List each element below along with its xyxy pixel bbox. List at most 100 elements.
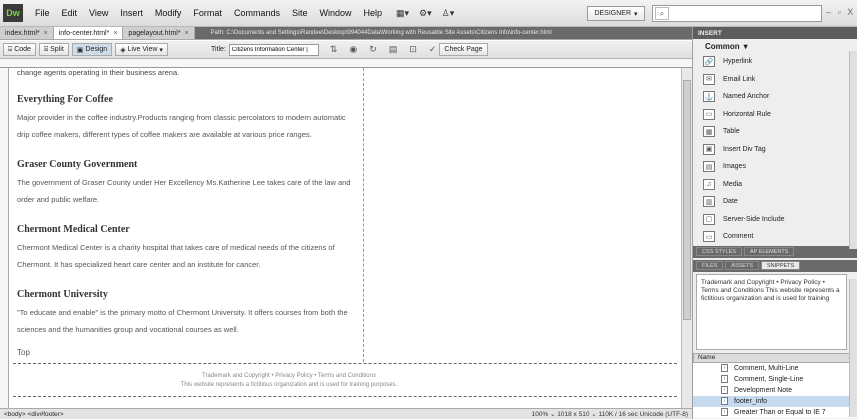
search-input[interactable] [672,7,812,20]
snippet-list: ⁝ Comment, Multi-Line ⁝ Comment, Single-Li… [693,362,857,418]
visual-aids-icon[interactable]: ▤ [389,44,398,55]
snippet-item-selected[interactable]: ⁝ footer_info [693,395,857,407]
tab-css-styles[interactable]: CSS STYLES [696,247,742,256]
title-label: Title: [210,46,226,53]
tab-label: pagelayout.html* [128,29,181,37]
file-icon: ⁝ [721,386,728,394]
status-info: 100% ⌄ 1018 x 510 ⌄ 110K / 16 sec Unicod… [531,411,688,418]
menu-tools: ▦▾ ⚙▾ ♙▾ [396,8,454,19]
insert-panel-header[interactable]: INSERT [693,27,857,39]
scrollbar-thumb[interactable] [683,80,691,320]
tab-files[interactable]: FILES [696,261,724,270]
preview-icon[interactable]: ◉ [349,44,357,55]
vertical-ruler [0,68,9,408]
workspace-switcher[interactable]: DESIGNER ▾ [587,6,645,21]
menu-edit[interactable]: Edit [56,8,84,18]
insert-email-link[interactable]: ✉ Email Link [693,71,857,89]
tab-ap-elements[interactable]: AP ELEMENTS [743,247,795,256]
snippet-name-header[interactable]: Name [693,352,857,363]
refresh-icon[interactable]: ↻ [369,44,377,55]
window-controls[interactable]: – ▫ X [826,7,855,17]
footer: Trademark and Copyright • Privacy Policy… [9,372,569,390]
footer-disclaimer: This website represents a fictitious org… [180,382,398,388]
snippet-item[interactable]: ⁝ Greater Than or Equal to IE 7 [693,407,857,418]
menu-insert[interactable]: Insert [114,8,149,18]
layout-icon[interactable]: ▦▾ [396,8,409,19]
file-icon: ⁝ [721,397,728,405]
snippet-item[interactable]: ⁝ Comment, Multi-Line [693,363,857,374]
menu-format[interactable]: Format [187,8,228,18]
page-title-input[interactable] [228,43,319,56]
section-medical: Chermont Medical Center Chermont Medical… [17,224,357,273]
tab-assets[interactable]: ASSETS [725,261,759,270]
insert-date[interactable]: ▥ Date [693,193,857,211]
tab-info-center[interactable]: info-center.html* × [53,27,124,39]
menu-site[interactable]: Site [286,8,314,18]
top-link[interactable]: Top [17,348,357,357]
footer-links[interactable]: Trademark and Copyright • Privacy Policy… [9,372,569,381]
menu-modify[interactable]: Modify [149,8,188,18]
help-search-box: ⌕ [652,5,822,22]
snippet-item[interactable]: ⁝ Comment, Single-Line [693,374,857,385]
design-scrollbar[interactable] [681,68,692,408]
close-icon[interactable]: × [113,30,117,37]
tag-selector[interactable]: <body> <div#footer> [4,411,64,418]
menu-bar: Dw File Edit View Insert Modify Format C… [0,0,857,27]
tab-pagelayout[interactable]: pagelayout.html* × [123,27,195,39]
snippet-item[interactable]: ⁝ Development Note [693,385,857,396]
check-page-button[interactable]: Check Page [439,43,488,56]
insert-table[interactable]: ▦ Table [693,123,857,141]
design-icon: ▣ [76,46,84,54]
snippets-scrollbar[interactable] [849,279,857,417]
insert-media[interactable]: ♫ Media [693,176,857,194]
validate-icon[interactable]: ⊡ [409,44,417,55]
file-icon: ⁝ [721,364,728,372]
extend-icon[interactable]: ⚙▾ [419,8,432,19]
section-body: Chermont Medical Center is a charity hos… [17,243,335,269]
split-view-button[interactable]: ⌸ Split [38,43,69,56]
code-view-button[interactable]: ⌹ Code [3,43,36,56]
insert-hyperlink[interactable]: 🔗 Hyperlink [693,53,857,71]
tab-index[interactable]: index.html* × [0,27,54,39]
document-tabs: index.html* × info-center.html* × pagela… [0,27,692,40]
menu-view[interactable]: View [83,8,114,18]
section-body: "To educate and enable" is the primary m… [17,308,348,334]
menu-commands[interactable]: Commands [228,8,286,18]
horizontal-rule-icon: ▭ [703,108,715,120]
menu-window[interactable]: Window [313,8,357,18]
section-body: Major provider in the coffee industry.Pr… [17,113,346,139]
design-view-button[interactable]: ▣ Design [71,43,113,56]
toolbar-icons: ⇅ ◉ ↻ ▤ ⊡ ✓ [330,44,437,55]
insert-category[interactable]: Common ▾ [693,39,857,53]
site-icon[interactable]: ♙▾ [442,8,455,19]
chevron-down-icon: ▾ [634,10,638,18]
app-logo: Dw [3,4,23,22]
horizontal-ruler [0,59,692,68]
insert-div-tag[interactable]: ▣ Insert Div Tag [693,141,857,159]
insert-panel-scrollbar[interactable] [849,51,857,249]
div-tag-icon: ▣ [703,143,715,155]
close-icon[interactable]: × [44,30,48,37]
files-panel-tabs: FILES ASSETS SNIPPETS [693,259,857,272]
file-icon: ⁝ [721,375,728,383]
css-panel-tabs: CSS STYLES AP ELEMENTS [693,245,857,258]
insert-horizontal-rule[interactable]: ▭ Horizontal Rule [693,106,857,124]
tab-snippets[interactable]: SNIPPETS [761,261,801,270]
footer-divider [13,363,677,364]
menu-help[interactable]: Help [357,8,388,18]
close-icon[interactable]: × [185,30,189,37]
insert-server-side-include[interactable]: ▢ Server-Side Include [693,211,857,229]
insert-comment[interactable]: ▭ Comment [693,228,857,246]
tab-label: index.html* [5,29,40,37]
design-view[interactable]: change agents operating in their busines… [9,68,681,408]
menu-file[interactable]: File [29,8,56,18]
footer-bottom-divider [13,396,677,397]
file-management-icon[interactable]: ⇅ [330,44,338,55]
insert-named-anchor[interactable]: ⚓ Named Anchor [693,88,857,106]
live-view-button[interactable]: ◈ Live View ▾ [115,43,168,56]
live-view-icon: ◈ [120,46,126,54]
file-path: Path: C:\Documents and Settings\Randee\D… [194,27,692,39]
intro-text: change agents operating in their busines… [17,68,180,77]
compatibility-icon[interactable]: ✓ [429,44,437,55]
insert-images[interactable]: ▤ Images [693,158,857,176]
